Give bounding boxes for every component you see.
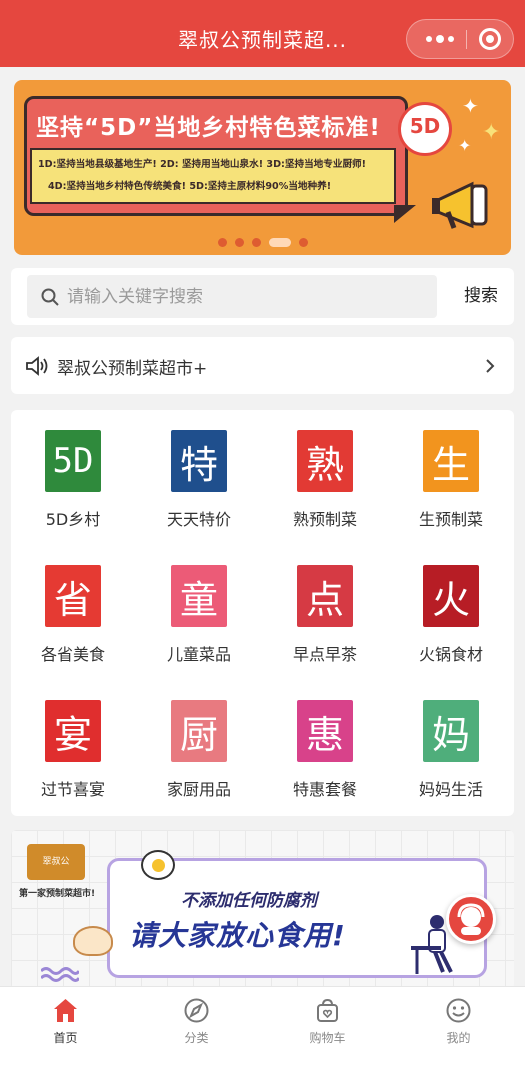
category-hotpot[interactable]: 火 火锅食材 bbox=[389, 545, 513, 665]
category-label: 熟预制菜 bbox=[292, 510, 357, 529]
category-tile-icon: 厨 bbox=[171, 700, 227, 762]
category-label: 早点早茶 bbox=[292, 645, 357, 664]
category-festival-banquet[interactable]: 宴 过节喜宴 bbox=[11, 680, 135, 800]
carousel-dot[interactable] bbox=[251, 238, 261, 247]
category-icon bbox=[184, 998, 209, 1023]
category-kids-dishes[interactable]: 童 儿童菜品 bbox=[137, 545, 261, 665]
category-label: 家厨用品 bbox=[166, 780, 231, 799]
tab-label: 首页 bbox=[53, 1031, 78, 1045]
tab-cart[interactable]: 购物车 bbox=[262, 987, 393, 1065]
badge-text: 5D bbox=[409, 114, 441, 138]
mini-program-capsule bbox=[406, 19, 514, 59]
category-label: 5D乡村 bbox=[45, 510, 101, 529]
category-tile-icon: 点 bbox=[297, 565, 353, 627]
profile-icon bbox=[446, 998, 471, 1023]
speaker-icon bbox=[26, 356, 48, 376]
banner-note-line: 4D:坚持当地乡村特色传统美食! 5D:坚持主原材料90%当地种养! bbox=[48, 181, 332, 192]
fried-egg-icon bbox=[141, 850, 175, 880]
brand-tagline: 第一家预制菜超市! bbox=[19, 889, 96, 899]
promo-banner-carousel[interactable]: 坚持“5D”当地乡村特色菜标准! 1D:坚持当地县级基地生产! 2D: 坚持用当… bbox=[14, 80, 511, 255]
target-icon[interactable] bbox=[479, 28, 501, 50]
banner-note-line: 1D:坚持当地县级基地生产! 2D: 坚持用当地山泉水! 3D:坚持当地专业厨师… bbox=[38, 159, 367, 170]
megaphone-icon bbox=[432, 181, 488, 229]
category-label: 各省美食 bbox=[40, 645, 105, 664]
category-label: 过节喜宴 bbox=[40, 780, 105, 799]
carousel-dot[interactable] bbox=[298, 238, 308, 247]
more-dots-icon[interactable] bbox=[421, 20, 459, 58]
brand-logo-text: 翠叔公 bbox=[42, 857, 70, 867]
notice-text: 翠叔公预制菜超市+ bbox=[57, 359, 208, 379]
category-tile-icon: 妈 bbox=[423, 700, 479, 762]
category-tile-icon: 童 bbox=[171, 565, 227, 627]
wave-icon bbox=[41, 967, 79, 982]
nav-header: 翠叔公预制菜超... bbox=[0, 0, 525, 67]
category-label: 火锅食材 bbox=[418, 645, 483, 664]
chevron-right-icon bbox=[486, 359, 495, 373]
category-cooked-prepared[interactable]: 熟 熟预制菜 bbox=[263, 410, 387, 530]
category-tile-icon: 宴 bbox=[45, 700, 101, 762]
home-icon bbox=[54, 999, 77, 1022]
headset-avatar-icon bbox=[457, 903, 485, 935]
search-button[interactable]: 搜索 bbox=[449, 275, 513, 318]
notice-bar[interactable]: 翠叔公预制菜超市+ bbox=[11, 337, 514, 394]
carousel-dot[interactable] bbox=[217, 238, 227, 247]
badge-5d: 5D bbox=[398, 102, 452, 156]
search-input[interactable] bbox=[67, 275, 427, 318]
no-preservatives-banner[interactable]: 翠叔公 第一家预制菜超市! 不添加任何防腐剂 请大家放心食用! bbox=[11, 830, 514, 990]
category-grid: 5D 5D乡村 特 天天特价 熟 熟预制菜 生 生预制菜 省 各省美食 童 儿童… bbox=[11, 410, 514, 816]
category-breakfast-tea[interactable]: 点 早点早茶 bbox=[263, 545, 387, 665]
tab-label: 购物车 bbox=[309, 1031, 346, 1045]
sparkle-icon: ✦ bbox=[458, 136, 472, 155]
category-tile-icon: 省 bbox=[45, 565, 101, 627]
sparkle-icon: ✦ bbox=[482, 120, 501, 145]
banner-headline: 坚持“5D”当地乡村特色菜标准! bbox=[36, 115, 381, 141]
category-label: 生预制菜 bbox=[418, 510, 483, 529]
category-tile-icon: 惠 bbox=[297, 700, 353, 762]
tab-label: 分类 bbox=[184, 1031, 209, 1045]
tab-profile[interactable]: 我的 bbox=[393, 987, 524, 1065]
category-provincial-food[interactable]: 省 各省美食 bbox=[11, 545, 135, 665]
search-field[interactable] bbox=[27, 275, 437, 318]
category-5d-village[interactable]: 5D 5D乡村 bbox=[11, 410, 135, 530]
category-special-deals[interactable]: 惠 特惠套餐 bbox=[263, 680, 387, 800]
bottom-tab-bar: 首页 分类 购物车 我的 bbox=[0, 986, 525, 1065]
customer-service-button[interactable] bbox=[446, 894, 496, 944]
promo-line-1: 不添加任何防腐剂 bbox=[181, 891, 317, 911]
category-tile-icon: 火 bbox=[423, 565, 479, 627]
category-raw-prepared[interactable]: 生 生预制菜 bbox=[389, 410, 513, 530]
category-kitchen-supplies[interactable]: 厨 家厨用品 bbox=[137, 680, 261, 800]
category-label: 儿童菜品 bbox=[166, 645, 231, 664]
tab-label: 我的 bbox=[446, 1031, 471, 1045]
category-label: 天天特价 bbox=[166, 510, 231, 529]
search-bar: 搜索 bbox=[11, 268, 514, 325]
carousel-indicators bbox=[14, 238, 511, 247]
cart-icon bbox=[317, 998, 338, 1022]
category-label: 特惠套餐 bbox=[292, 780, 357, 799]
promo-line-2: 请大家放心食用! bbox=[129, 919, 346, 952]
category-tile-icon: 熟 bbox=[297, 430, 353, 492]
dumpling-icon bbox=[73, 926, 113, 956]
carousel-dot[interactable] bbox=[234, 238, 244, 247]
sparkle-icon: ✦ bbox=[462, 94, 479, 118]
category-tile-icon: 5D bbox=[45, 430, 101, 492]
tab-category[interactable]: 分类 bbox=[131, 987, 262, 1065]
bubble-tail bbox=[394, 205, 416, 223]
category-tile-icon: 特 bbox=[171, 430, 227, 492]
search-icon bbox=[41, 288, 59, 306]
category-label: 妈妈生活 bbox=[418, 780, 483, 799]
category-daily-special[interactable]: 特 天天特价 bbox=[137, 410, 261, 530]
category-mom-life[interactable]: 妈 妈妈生活 bbox=[389, 680, 513, 800]
tab-home[interactable]: 首页 bbox=[0, 987, 131, 1065]
category-tile-icon: 生 bbox=[423, 430, 479, 492]
carousel-dot-active[interactable] bbox=[268, 238, 291, 247]
banner-notes: 1D:坚持当地县级基地生产! 2D: 坚持用当地山泉水! 3D:坚持当地专业厨师… bbox=[30, 148, 396, 204]
capsule-divider bbox=[466, 30, 467, 49]
